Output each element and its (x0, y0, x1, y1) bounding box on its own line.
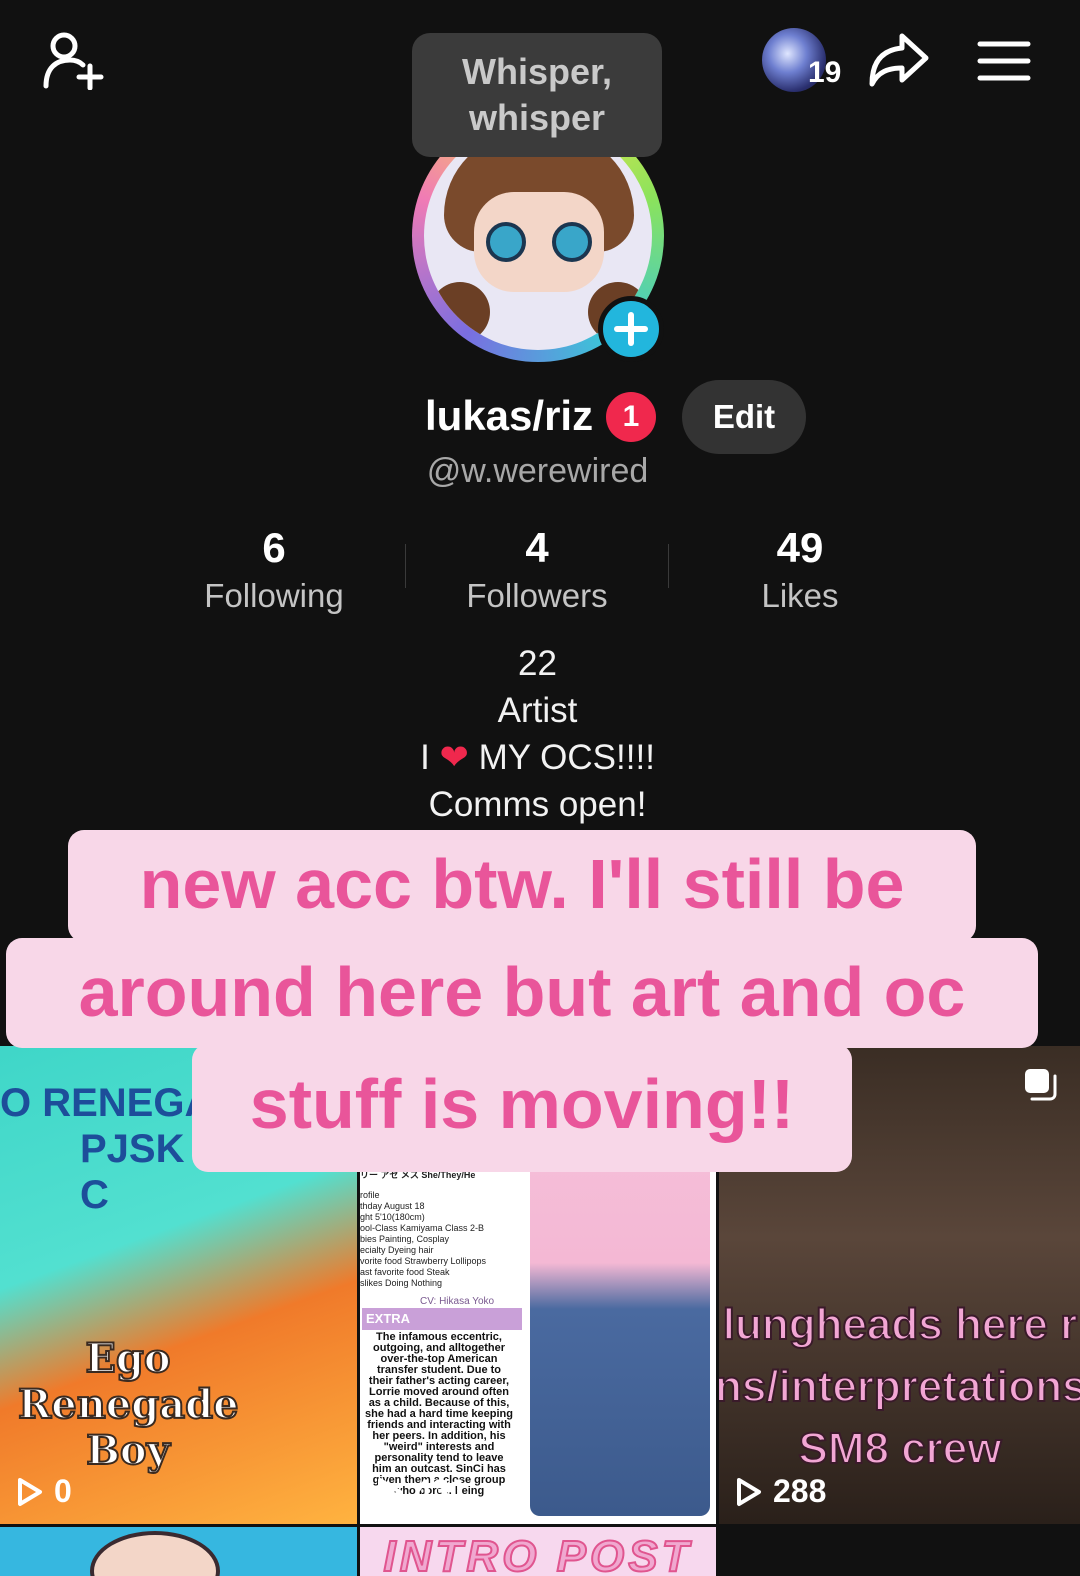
overlay-caption-line-3: stuff is moving!! (192, 1044, 852, 1172)
video-1-title-line-2: PJSK C (80, 1127, 185, 1217)
stat-followers[interactable]: 4 Followers (417, 522, 657, 618)
video-tile-5[interactable]: INTRO POST (360, 1527, 716, 1576)
stat-following[interactable]: 6 Following (154, 522, 394, 618)
heart-icon: ❤ (439, 738, 469, 777)
profile-line: bies Painting, Cosplay (360, 1234, 450, 1244)
tooltip-line-2: whisper (468, 97, 606, 138)
view-count-value: 0 (54, 1473, 72, 1509)
profile-line: ecialty Dyeing hair (360, 1245, 434, 1255)
multi-photo-icon (1025, 1069, 1057, 1101)
username-handle: @w.werewired (426, 452, 649, 490)
video-1-caption: Ego Renegade Boy (17, 1335, 240, 1475)
video-2-profile: rofile thday August 18 ght 5'10(180cm) o… (360, 1190, 525, 1289)
bio-line-4: Comms open! (428, 785, 647, 824)
view-count: 0 (16, 1473, 72, 1510)
thumbnail-face (90, 1531, 220, 1576)
profile-line: ool-Class Kamiyama Class 2-B (360, 1223, 485, 1233)
bio-line-2: Artist (497, 691, 578, 730)
view-count: 431 (376, 1473, 467, 1510)
tooltip-line-1: Whisper, (461, 51, 613, 92)
profile-line: slikes Doing Nothing (360, 1278, 443, 1288)
bio-line-3: I ❤ MY OCS!!!! (0, 734, 1075, 781)
video-3-caption-line-3: SM8 crew (798, 1423, 1003, 1474)
video-5-title: INTRO POST (383, 1531, 693, 1576)
stat-value: 6 (262, 524, 286, 571)
overlay-caption-line-2: around here but art and oc (6, 938, 1038, 1048)
notification-badge[interactable]: 1 (606, 392, 656, 442)
stat-value: 49 (776, 524, 824, 571)
overlay-caption-line-1: new acc btw. I'll still be (68, 830, 976, 942)
play-icon (378, 1477, 402, 1506)
stat-divider (668, 544, 669, 588)
profile-bio: 22 Artist I ❤ MY OCS!!!! Comms open! (0, 640, 1075, 828)
whisper-tooltip: Whisper, whisper (412, 33, 662, 157)
hamburger-menu-icon[interactable] (974, 36, 1034, 86)
profile-line: ght 5'10(180cm) (360, 1212, 425, 1222)
video-1-caption-line-1: Ego (84, 1335, 171, 1383)
video-1-caption-line-3: Boy (85, 1427, 171, 1475)
stat-label: Likes (761, 577, 839, 614)
video-1-title-line-1: O RENEGA (0, 1081, 214, 1125)
bio-line-1: 22 (518, 644, 557, 683)
bio-line-3-pre: I (420, 738, 430, 777)
video-2-cv: CV: Hikasa Yoko (420, 1296, 495, 1307)
bio-line-3-post: MY OCS!!!! (478, 738, 655, 777)
view-count: 288 (735, 1473, 826, 1510)
profile-line: thday August 18 (360, 1201, 425, 1211)
stat-value: 4 (525, 524, 549, 571)
play-icon (737, 1477, 761, 1506)
stat-likes[interactable]: 49 Likes (680, 522, 920, 618)
video-1-caption-line-2: Renegade (17, 1381, 240, 1429)
name-row: lukas/riz 1 Edit (0, 380, 1080, 454)
video-3-caption-line-2: ns/interpretations (719, 1361, 1080, 1412)
story-count: 19 (808, 56, 842, 89)
stats-row: 6 Following 4 Followers 49 Likes (0, 522, 1080, 622)
view-count-value: 288 (773, 1473, 827, 1509)
stat-label: Followers (466, 577, 608, 614)
person-add-icon[interactable] (36, 28, 108, 92)
video-2-extra-label: EXTRA (362, 1308, 522, 1330)
video-tile-4[interactable] (0, 1527, 357, 1576)
display-name: lukas/riz (425, 392, 594, 439)
video-3-caption-line-1: lungheads here r (722, 1299, 1079, 1350)
profile-line: vorite food Strawberry Lollipops (360, 1256, 487, 1266)
video-3-caption: lungheads here r ns/interpretations SM8 … (719, 1294, 1080, 1480)
stat-divider (405, 544, 406, 588)
plus-icon[interactable] (598, 296, 664, 362)
profile-line: rofile (360, 1190, 380, 1200)
video-1-title: O RENEGA PJSK C (0, 1080, 220, 1218)
stat-label: Following (204, 577, 344, 614)
edit-profile-button[interactable]: Edit (682, 380, 806, 454)
profile-line: ast favorite food Steak (360, 1267, 450, 1277)
share-arrow-icon[interactable] (866, 30, 932, 90)
play-icon (18, 1477, 42, 1506)
view-count-value: 431 (414, 1473, 468, 1509)
